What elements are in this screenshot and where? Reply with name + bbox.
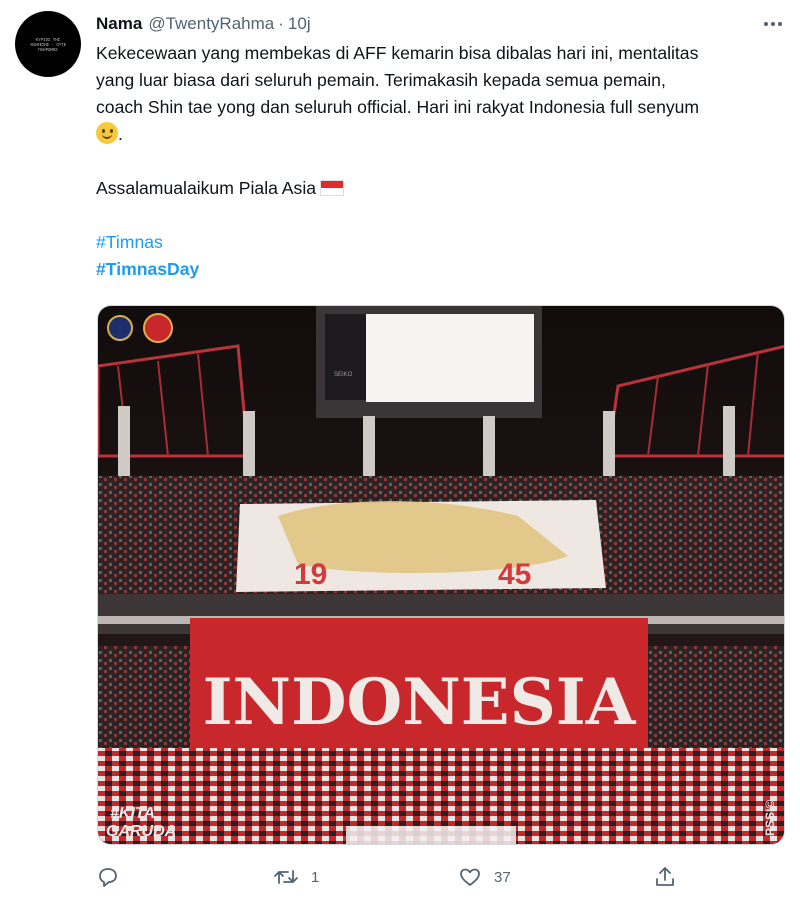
author-name[interactable]: Nama: [96, 14, 142, 34]
stadium-photo: SEIKO 19 45 INDONESIA #KITA GARUDA PSSI©: [98, 306, 784, 844]
reply-icon: [99, 868, 117, 887]
retweet-count: 1: [311, 868, 320, 886]
indonesia-flag-icon: [320, 180, 345, 196]
retweet-button[interactable]: 1: [273, 860, 319, 894]
tweet-text-period: .: [118, 124, 123, 144]
like-button[interactable]: 37: [458, 860, 511, 894]
watermark-kita: #KITA: [110, 805, 155, 822]
tweet-text-line: coach Shin tae yong dan seluruh official…: [96, 97, 700, 117]
tweet: ΚΥΡΙΟΣ ΤΗΣ ΑΝΑΘΕΣΗΣ · ΟΥΤΕ ΠΛΗΡΩΜΗΣ Nama…: [0, 0, 800, 900]
avatar[interactable]: ΚΥΡΙΟΣ ΤΗΣ ΑΝΑΘΕΣΗΣ · ΟΥΤΕ ΠΛΗΡΩΜΗΣ: [15, 11, 81, 77]
avatar-logo-text: ΚΥΡΙΟΣ ΤΗΣ ΑΝΑΘΕΣΗΣ · ΟΥΤΕ ΠΛΗΡΩΜΗΣ: [29, 36, 67, 52]
banner-main-text: INDONESIA: [203, 665, 637, 740]
tweet-text-line-emoji: .: [96, 121, 790, 148]
share-icon: [656, 867, 674, 886]
more-horizontal-icon: [764, 22, 768, 26]
hashtag-link[interactable]: #TimnasDay: [96, 259, 199, 279]
tweet-actions: 1 37: [96, 860, 696, 894]
heart-icon: [460, 868, 480, 886]
watermark-pssi: PSSI©: [763, 800, 777, 836]
slightly-smiling-face-emoji-icon: [96, 122, 118, 144]
banner-year-right: 45: [498, 558, 531, 591]
more-horizontal-icon-dot: [771, 22, 775, 26]
author-handle[interactable]: @TwentyRahma: [148, 14, 274, 34]
tweet-text: Kekecewaan yang membekas di AFF kemarin …: [96, 40, 790, 283]
tweet-media-image[interactable]: SEIKO 19 45 INDONESIA #KITA GARUDA PSSI©: [97, 305, 785, 845]
reply-button[interactable]: [96, 860, 120, 894]
tweet-header: Nama @TwentyRahma · 10j: [96, 12, 311, 36]
watermark-garuda: GARUDA: [106, 823, 176, 840]
header-separator: ·: [278, 14, 284, 33]
tweet-timestamp[interactable]: 10j: [288, 14, 311, 34]
hashtag-link[interactable]: #Timnas: [96, 232, 163, 252]
banner-year-left: 19: [294, 558, 327, 591]
scoreboard-brand: SEIKO: [334, 372, 353, 378]
more-horizontal-icon-dot: [778, 22, 782, 26]
tweet-text-asia: Assalamualaikum Piala Asia: [96, 178, 317, 198]
tweet-text-line: yang luar biasa dari seluruh pemain. Ter…: [96, 70, 666, 90]
tweet-text-line: Assalamualaikum Piala Asia: [96, 175, 790, 202]
tweet-text-line: Kekecewaan yang membekas di AFF kemarin …: [96, 43, 699, 63]
more-options-button[interactable]: [760, 14, 786, 34]
like-count: 37: [494, 868, 511, 886]
share-button[interactable]: [653, 860, 677, 894]
retweet-icon: [274, 870, 298, 884]
